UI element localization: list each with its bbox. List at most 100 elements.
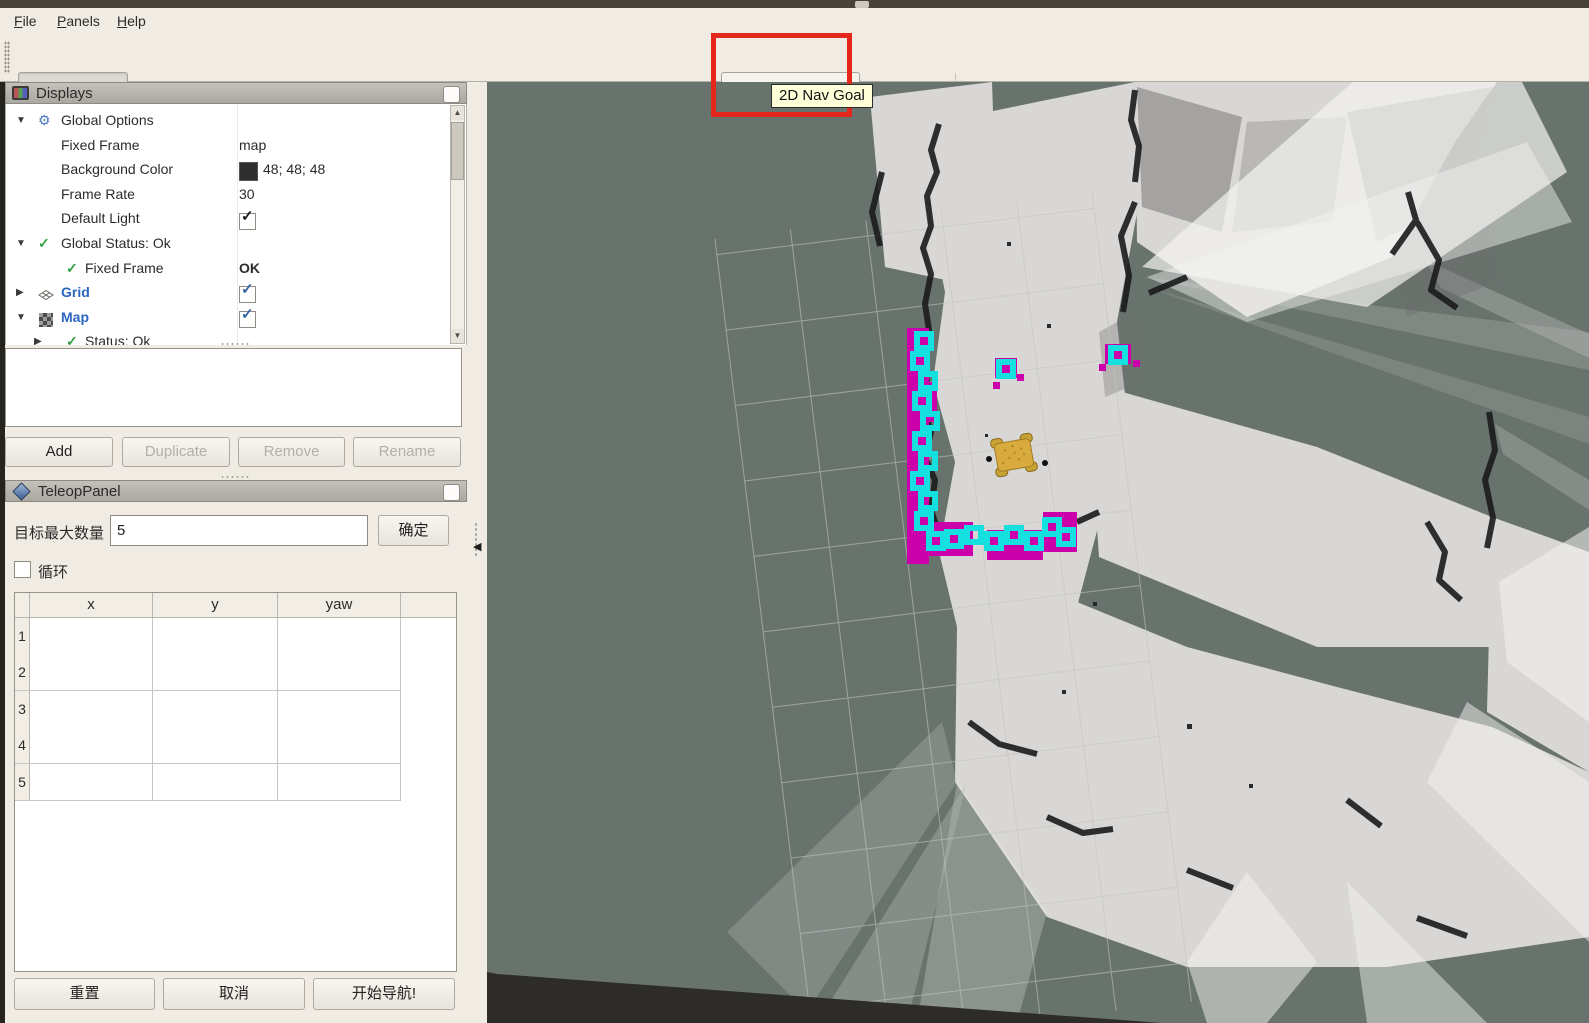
table-cell[interactable] (153, 764, 278, 801)
column-header-yaw[interactable]: yaw (278, 593, 401, 618)
column-header-y[interactable]: y (153, 593, 278, 618)
displays-panel-title: Displays (36, 85, 93, 102)
expand-arrow-icon[interactable]: ▶ (34, 329, 42, 345)
table-cell[interactable] (30, 654, 153, 691)
max-goals-input[interactable] (110, 515, 368, 546)
tree-label: Frame Rate (61, 182, 135, 207)
cancel-button[interactable]: 取消 (163, 978, 305, 1010)
rename-display-button[interactable]: Rename (353, 437, 461, 467)
menu-help[interactable]: Help (117, 11, 146, 31)
displays-tree: ▼ ⚙ Global Options Fixed Frame map Backg… (5, 104, 467, 345)
display-description-box (5, 348, 462, 427)
tree-row-global-status[interactable]: ▼ ✓ Global Status: Ok (6, 231, 450, 256)
table-cell[interactable] (278, 727, 401, 764)
table-cell[interactable] (30, 618, 153, 655)
tree-value[interactable]: map (239, 133, 266, 158)
column-header-x[interactable]: x (30, 593, 153, 618)
add-display-button[interactable]: Add (5, 437, 113, 467)
row-header[interactable]: 3 (15, 691, 30, 728)
splitter-handle-dots[interactable] (220, 475, 250, 479)
sidebar: Displays ▼ ⚙ Global Options Fixed Frame … (5, 82, 467, 1023)
start-navigation-button[interactable]: 开始导航! (313, 978, 455, 1010)
table-cell[interactable] (30, 764, 153, 801)
tree-value[interactable]: 30 (239, 182, 255, 207)
displays-monitor-icon (12, 86, 29, 100)
table-cell[interactable] (278, 654, 401, 691)
displays-panel-header[interactable]: Displays (5, 82, 467, 104)
teleop-float-button[interactable] (443, 484, 460, 501)
table-cell[interactable] (278, 691, 401, 728)
table-cell[interactable] (153, 654, 278, 691)
remove-display-button[interactable]: Remove (238, 437, 345, 467)
tree-row-fixed-frame-status[interactable]: ✓ Fixed Frame OK (6, 256, 450, 281)
status-ok-check-icon: ✓ (38, 231, 50, 256)
tree-label: Default Light (61, 206, 140, 231)
expand-arrow-icon[interactable]: ▼ (16, 231, 26, 256)
tree-value: ✓ (239, 206, 256, 231)
toolbar-drag-handle[interactable] (4, 41, 10, 73)
tree-row-map[interactable]: ▼ Map ✓ (6, 305, 450, 330)
row-header[interactable]: 5 (15, 764, 30, 801)
panel-splitter[interactable]: ◀ (467, 82, 487, 1023)
row-header[interactable]: 1 (15, 618, 30, 655)
tree-row-background-color[interactable]: Background Color 48; 48; 48 (6, 157, 450, 182)
tree-row-frame-rate[interactable]: Frame Rate 30 (6, 182, 450, 207)
menu-bar: File Panels Help (0, 8, 1589, 33)
window-title-icon (855, 1, 869, 8)
gear-icon: ⚙ (38, 108, 51, 133)
teleop-panel-title: TeleopPanel (38, 483, 121, 500)
expand-arrow-icon[interactable]: ▼ (16, 305, 26, 330)
column-header-filler (401, 593, 456, 618)
table-cell[interactable] (30, 691, 153, 728)
tree-label: Status: Ok (85, 329, 150, 345)
menu-file[interactable]: File (14, 11, 37, 31)
table-cell[interactable] (278, 618, 401, 655)
window-titlebar (0, 0, 1589, 8)
render-viewport[interactable] (487, 82, 1589, 1023)
check-icon: ✓ (241, 306, 254, 323)
row-header[interactable]: 4 (15, 727, 30, 764)
status-ok-check-icon: ✓ (66, 329, 78, 345)
tree-row-grid[interactable]: ▶ Grid ✓ (6, 280, 450, 305)
scrollbar-thumb[interactable] (451, 122, 464, 180)
tree-scrollbar[interactable]: ▲ ▼ (450, 105, 465, 344)
tree-row-global-options[interactable]: ▼ ⚙ Global Options (6, 108, 450, 133)
reset-button[interactable]: 重置 (14, 978, 155, 1010)
displays-float-button[interactable] (443, 86, 460, 103)
check-icon: ✓ (241, 208, 254, 225)
table-cell[interactable] (153, 691, 278, 728)
tree-label: Global Options (61, 108, 154, 133)
map-checkbox[interactable]: ✓ (239, 311, 256, 328)
tree-value[interactable]: 48; 48; 48 (239, 157, 325, 182)
default-light-checkbox[interactable]: ✓ (239, 213, 256, 230)
confirm-button[interactable]: 确定 (378, 515, 449, 546)
menu-panels[interactable]: Panels (57, 11, 100, 31)
goal-table: x y yaw 1 2 3 4 5 (14, 592, 457, 972)
rviz-window: File Panels Help Interact Move Camera Se… (0, 0, 1589, 1023)
nav-goal-tooltip: 2D Nav Goal (771, 84, 873, 108)
duplicate-display-button[interactable]: Duplicate (122, 437, 230, 467)
tree-value: ✓ (239, 305, 256, 330)
splitter-handle-dots[interactable] (220, 342, 250, 346)
table-cell[interactable] (278, 764, 401, 801)
tree-row-fixed-frame[interactable]: Fixed Frame map (6, 133, 450, 158)
scroll-up-arrow[interactable]: ▲ (451, 106, 464, 120)
scroll-down-arrow[interactable]: ▼ (451, 329, 464, 343)
status-ok-check-icon: ✓ (66, 256, 78, 281)
tree-label: Fixed Frame (61, 133, 140, 158)
loop-label: 循环 (38, 561, 68, 582)
row-header[interactable]: 2 (15, 654, 30, 691)
table-cell[interactable] (153, 727, 278, 764)
color-swatch (239, 162, 258, 181)
loop-checkbox[interactable] (14, 561, 31, 578)
expand-arrow-icon[interactable]: ▶ (16, 280, 24, 305)
teleop-panel-header[interactable]: TeleopPanel (5, 480, 467, 502)
tree-row-default-light[interactable]: Default Light ✓ (6, 206, 450, 231)
table-cell[interactable] (153, 618, 278, 655)
collapse-left-icon[interactable]: ◀ (473, 540, 481, 553)
tree-value: ✓ (239, 280, 256, 305)
table-cell[interactable] (30, 727, 153, 764)
expand-arrow-icon[interactable]: ▼ (16, 108, 26, 133)
table-corner[interactable] (15, 593, 30, 618)
grid-checkbox[interactable]: ✓ (239, 286, 256, 303)
